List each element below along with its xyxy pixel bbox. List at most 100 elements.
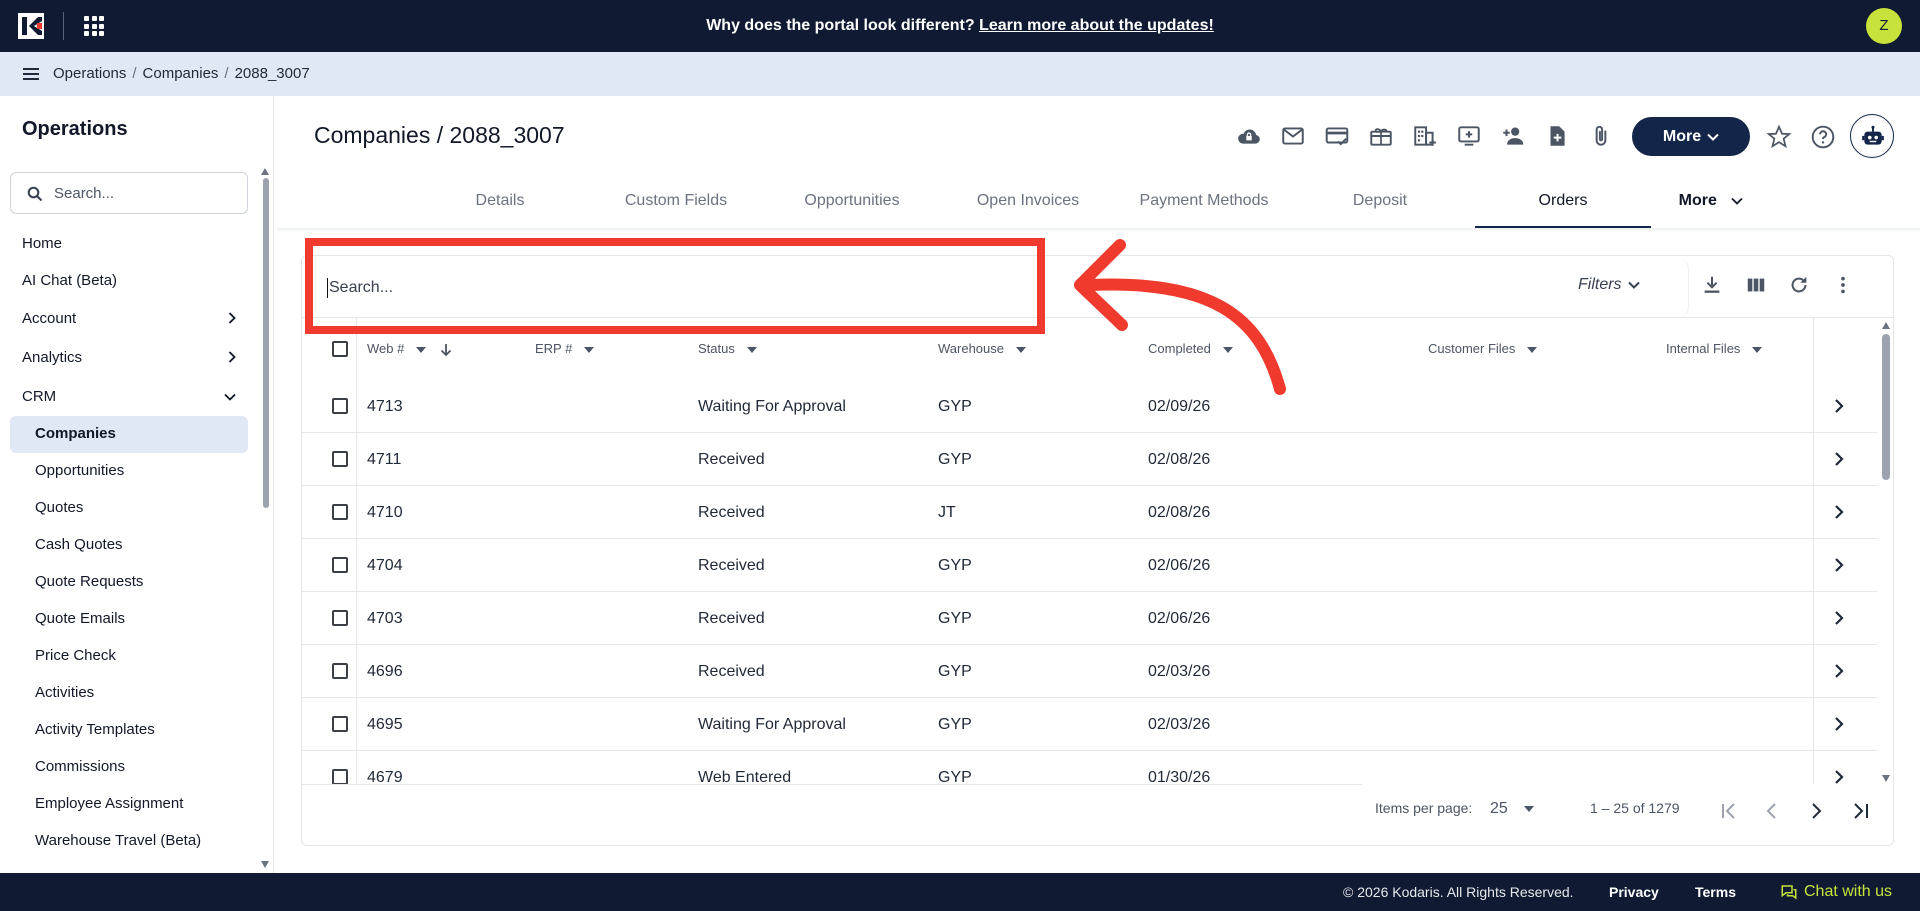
column-header-status[interactable]: Status [698,318,757,380]
download-icon[interactable] [1701,274,1723,296]
add-file-icon[interactable] [1542,121,1572,151]
scroll-down-arrow[interactable] [1882,775,1890,782]
sidebar-scrollbar[interactable] [260,168,270,868]
tab-details[interactable]: Details [412,185,588,228]
privacy-link[interactable]: Privacy [1609,873,1659,911]
scroll-up-arrow[interactable] [1882,322,1890,329]
sidebar-item-employee-assignment[interactable]: Employee Assignment [10,786,248,823]
refresh-icon[interactable] [1788,274,1810,296]
sidebar-item-ai-chat[interactable]: AI Chat (Beta) [0,262,258,299]
column-header-completed[interactable]: Completed [1148,318,1233,380]
scroll-up-arrow[interactable] [261,168,269,175]
star-icon[interactable] [1766,124,1792,150]
row-checkbox[interactable] [332,398,348,414]
sidebar-item-opportunities[interactable]: Opportunities [10,453,248,490]
chevron-right-icon[interactable] [1833,662,1845,680]
table-row[interactable]: 4695 Waiting For Approval GYP 02/03/26 [302,698,1877,751]
sidebar-item-analytics[interactable]: Analytics [0,338,258,377]
sidebar-item-quote-requests[interactable]: Quote Requests [10,564,248,601]
table-row[interactable]: 4679 Web Entered GYP 01/30/26 [302,751,1877,784]
column-header-customer-files[interactable]: Customer Files [1428,318,1538,380]
ai-assistant-button[interactable] [1850,114,1894,158]
row-checkbox[interactable] [332,769,348,784]
sidebar-item-companies[interactable]: Companies [10,416,248,453]
add-screen-icon[interactable] [1454,121,1484,151]
row-checkbox[interactable] [332,610,348,626]
table-row[interactable]: 4696 Received GYP 02/03/26 [302,645,1877,698]
row-checkbox[interactable] [332,663,348,679]
kebab-menu-icon[interactable] [1832,274,1854,296]
table-row[interactable]: 4711 Received GYP 02/08/26 [302,433,1877,486]
tab-custom-fields[interactable]: Custom Fields [588,185,764,228]
gift-card-icon[interactable] [1366,121,1396,151]
table-row[interactable]: 4704 Received GYP 02/06/26 [302,539,1877,592]
terms-link[interactable]: Terms [1695,873,1736,911]
tab-payment-methods[interactable]: Payment Methods [1116,185,1292,228]
row-checkbox[interactable] [332,716,348,732]
table-row[interactable]: 4710 Received JT 02/08/26 [302,486,1877,539]
page-size-select[interactable]: 25 [1490,800,1534,818]
sidebar-item-account[interactable]: Account [0,299,258,338]
row-checkbox[interactable] [332,504,348,520]
row-checkbox[interactable] [332,451,348,467]
table-scrollbar[interactable] [1880,320,1892,784]
last-page-icon[interactable] [1850,802,1870,820]
row-checkbox[interactable] [332,557,348,573]
breadcrumb-operations[interactable]: Operations [53,65,126,82]
apps-grid-icon[interactable] [84,16,104,36]
sidebar-item-crm[interactable]: CRM [0,377,258,416]
sidebar-item-cash-quotes[interactable]: Cash Quotes [10,527,248,564]
first-page-icon[interactable] [1720,802,1740,820]
next-page-icon[interactable] [1808,802,1824,820]
chevron-right-icon[interactable] [1833,397,1845,415]
sidebar-item-commissions[interactable]: Commissions [10,749,248,786]
sidebar-item-quote-emails[interactable]: Quote Emails [10,601,248,638]
sidebar-item-warehouse-travel[interactable]: Warehouse Travel (Beta) [10,823,248,860]
sidebar-item-quotes[interactable]: Quotes [10,490,248,527]
sidebar-item-home[interactable]: Home [0,225,258,262]
column-header-erp[interactable]: ERP # [535,318,595,380]
chevron-right-icon[interactable] [1833,715,1845,733]
credit-card-check-icon[interactable] [1322,121,1352,151]
cell-web: 4713 [367,398,403,415]
chevron-right-icon[interactable] [1833,450,1845,468]
scrollbar-thumb[interactable] [263,178,269,508]
tab-deposit[interactable]: Deposit [1292,185,1468,228]
sidebar-item-activities[interactable]: Activities [10,675,248,712]
add-person-icon[interactable] [1498,121,1528,151]
sidebar-search-input[interactable]: Search... [10,172,248,214]
help-icon[interactable] [1810,124,1836,150]
avatar[interactable]: Z [1866,8,1902,44]
breadcrumb-companies[interactable]: Companies [143,65,219,82]
tab-more[interactable]: More [1651,185,1771,228]
scroll-down-arrow[interactable] [261,861,269,868]
chevron-right-icon[interactable] [1833,556,1845,574]
cloud-lock-icon[interactable] [1234,121,1264,151]
chat-with-us-button[interactable]: Chat with us [1780,873,1892,911]
column-header-web[interactable]: Web # [367,318,452,380]
table-row[interactable]: 4713 Waiting For Approval GYP 02/09/26 [302,380,1877,433]
more-actions-button[interactable]: More [1632,117,1750,156]
banner-learn-more-link[interactable]: Learn more about the updates! [979,17,1214,34]
building-add-icon[interactable] [1410,121,1440,151]
column-header-internal-files[interactable]: Internal Files [1666,318,1763,380]
sidebar-item-price-check[interactable]: Price Check [10,638,248,675]
sidebar-item-activity-templates[interactable]: Activity Templates [10,712,248,749]
mail-icon[interactable] [1278,121,1308,151]
table-search-input[interactable]: Search... [327,272,1027,304]
kodaris-logo[interactable] [18,13,44,39]
menu-icon[interactable] [23,68,39,80]
tab-opportunities[interactable]: Opportunities [764,185,940,228]
filters-dropdown[interactable]: Filters [1578,276,1640,294]
scrollbar-thumb[interactable] [1882,334,1890,480]
chevron-right-icon[interactable] [1833,503,1845,521]
tab-open-invoices[interactable]: Open Invoices [940,185,1116,228]
paperclip-icon[interactable] [1586,121,1616,151]
tab-orders[interactable]: Orders [1475,185,1651,228]
column-header-warehouse[interactable]: Warehouse [938,318,1026,380]
chevron-right-icon[interactable] [1833,768,1845,784]
table-row[interactable]: 4703 Received GYP 02/06/26 [302,592,1877,645]
columns-icon[interactable] [1744,274,1768,296]
chevron-right-icon[interactable] [1833,609,1845,627]
previous-page-icon[interactable] [1764,802,1780,820]
